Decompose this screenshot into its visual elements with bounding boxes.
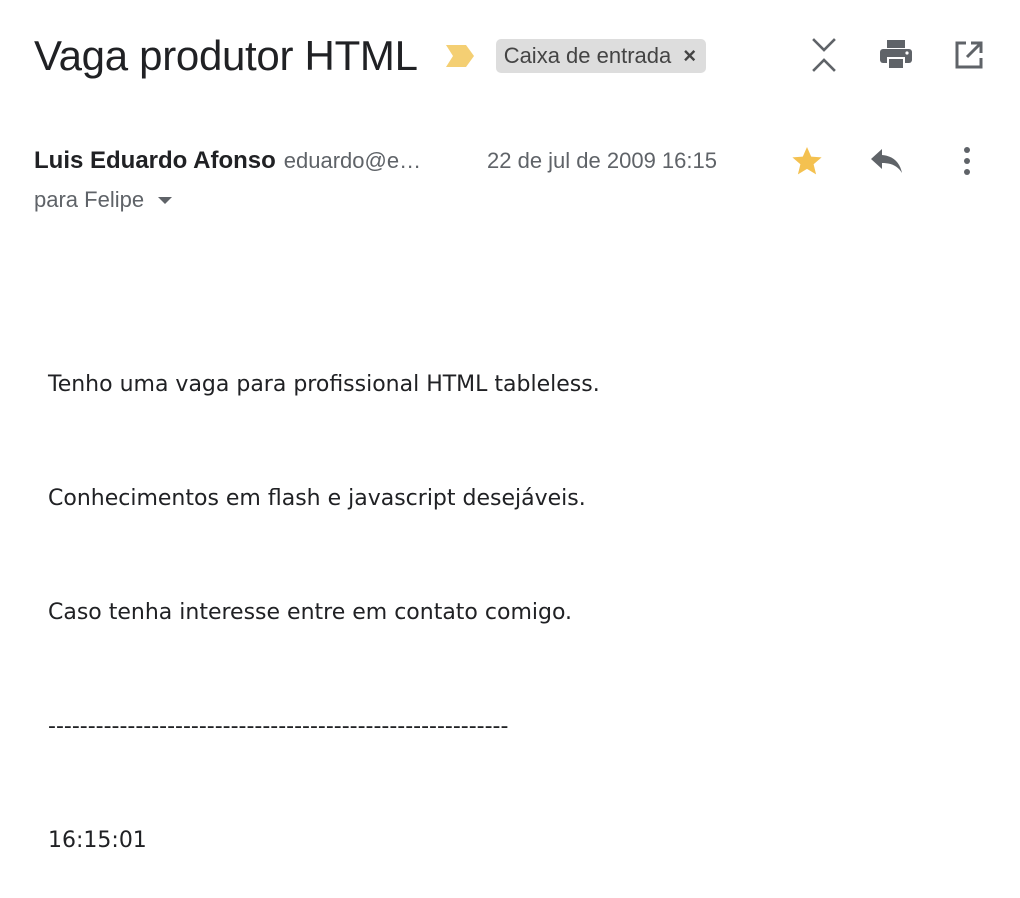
- body-line: Conhecimentos em flash e javascript dese…: [48, 486, 586, 511]
- label-remove-button[interactable]: ×: [683, 43, 696, 69]
- collapse-all-icon[interactable]: [805, 36, 843, 74]
- email-subject: Vaga produtor HTML: [34, 32, 418, 79]
- reply-icon[interactable]: [866, 141, 906, 181]
- body-separator: ----------------------------------------…: [48, 714, 509, 739]
- email-date: 22 de jul de 2009 16:15: [487, 148, 717, 173]
- sender-email: eduardo@e…: [283, 148, 422, 173]
- email-body: Tenho uma vaga para profissional HTML ta…: [48, 290, 600, 898]
- sender-name[interactable]: Luis Eduardo Afonso: [34, 147, 276, 175]
- inbox-label-chip[interactable]: Caixa de entrada ×: [495, 39, 707, 73]
- sender-row: Luis Eduardo Afonso eduardo@e…: [34, 144, 421, 178]
- chevron-down-icon: [158, 196, 173, 204]
- print-icon[interactable]: [877, 36, 915, 74]
- label-chip-text: Caixa de entrada: [503, 43, 672, 68]
- body-line: Caso tenha interesse entre em contato co…: [48, 600, 573, 625]
- body-line: 16:15:01: [48, 828, 147, 853]
- important-marker-icon[interactable]: [444, 43, 476, 69]
- recipient-details-toggle[interactable]: para Felipe: [34, 184, 173, 216]
- subject-row: Vaga produtor HTML Caixa de entrada ×: [34, 26, 707, 86]
- open-in-new-window-icon[interactable]: [950, 36, 988, 74]
- more-options-icon[interactable]: [947, 141, 987, 181]
- recipient-text: para Felipe: [34, 187, 145, 212]
- star-icon[interactable]: [787, 141, 827, 181]
- body-line: Tenho uma vaga para profissional HTML ta…: [48, 372, 600, 397]
